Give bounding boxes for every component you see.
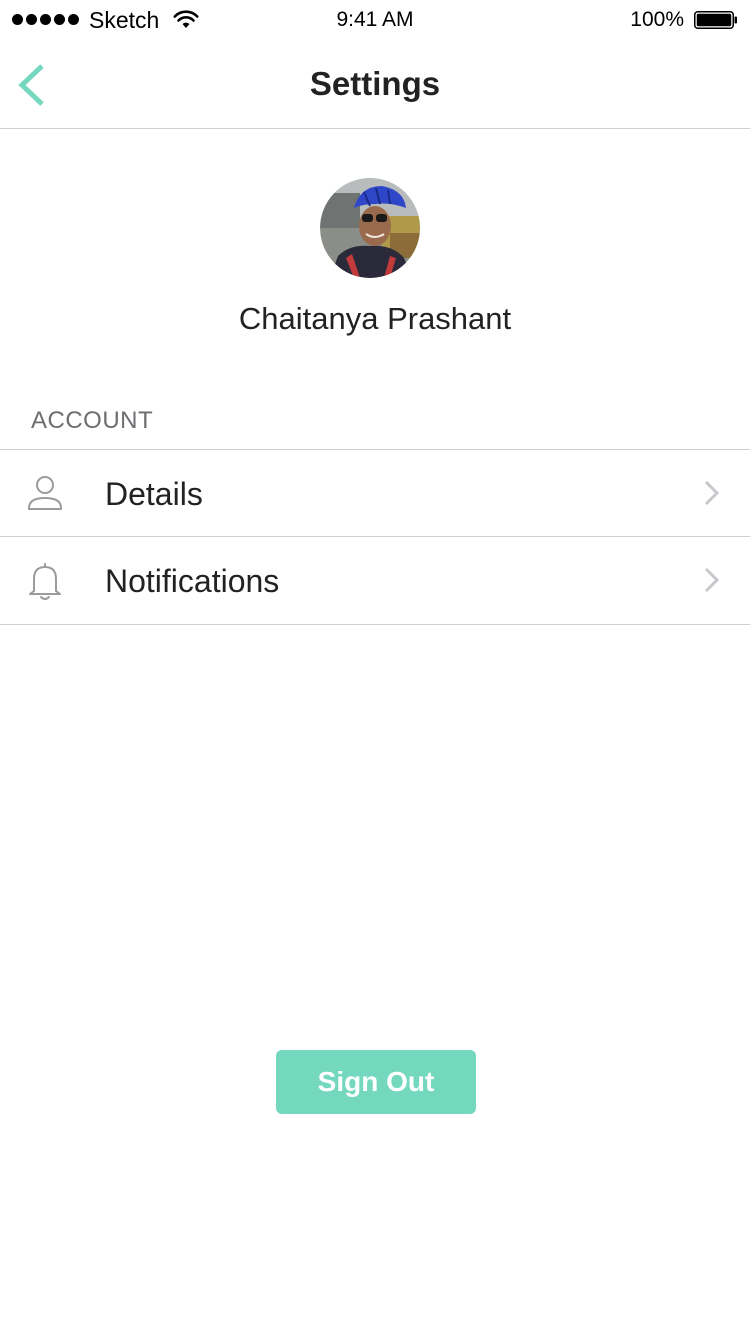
page-title: Settings	[309, 65, 441, 102]
battery-icon	[694, 11, 737, 29]
details-row[interactable]: Details	[0, 450, 750, 537]
bell-icon	[29, 563, 61, 600]
avatar-photo	[320, 178, 420, 278]
profile-name: Chaitanya Prashant	[238, 301, 512, 336]
notifications-label: Notifications	[105, 563, 280, 599]
account-list: Details Notifications	[0, 449, 750, 625]
sign-out-button[interactable]: Sign Out	[276, 1050, 476, 1114]
notifications-row[interactable]: Notifications	[0, 537, 750, 625]
chevron-right-icon	[704, 480, 720, 506]
chevron-right-icon	[704, 567, 720, 593]
person-icon	[28, 476, 62, 510]
avatar[interactable]	[320, 178, 420, 278]
navigation-bar: Settings	[0, 40, 750, 129]
battery-percentage: 100%	[630, 8, 684, 31]
status-bar: Sketch 9:41 AM 100%	[0, 0, 750, 40]
account-section-header: ACCOUNT	[31, 407, 154, 434]
settings-screen: Sketch 9:41 AM 100% Settings Chaitanya P…	[0, 0, 750, 1334]
details-label: Details	[105, 476, 203, 512]
